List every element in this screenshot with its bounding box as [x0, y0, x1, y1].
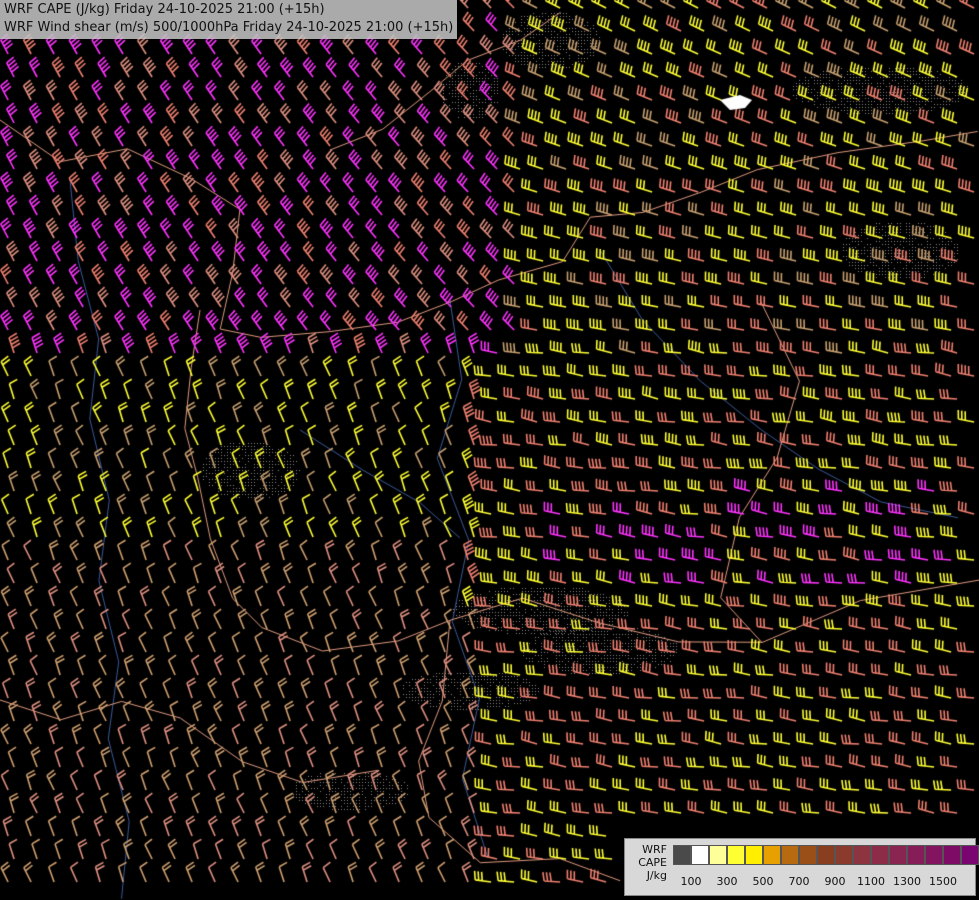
legend-swatch [925, 845, 943, 865]
legend-field-label: CAPE [638, 856, 667, 869]
legend-tick-label: 700 [788, 875, 810, 888]
legend-swatch [961, 845, 979, 865]
legend-model-label: WRF [642, 843, 667, 856]
legend-swatch [799, 845, 817, 865]
legend-unit-label: J/kg [646, 869, 667, 882]
legend-tick-label: 1300 [893, 875, 921, 888]
legend-swatch [817, 845, 835, 865]
legend-swatch [745, 845, 763, 865]
legend-labels: WRF CAPE J/kg [629, 843, 667, 882]
map-title: WRF CAPE (J/kg) Friday 24-10-2025 21:00 … [0, 0, 458, 39]
legend-swatch [889, 845, 907, 865]
legend-swatch [763, 845, 781, 865]
legend-swatch [907, 845, 925, 865]
legend-tick-label: 300 [716, 875, 738, 888]
legend-ticks: 100 300 500 700 900 1100 1300 1500 [673, 875, 973, 889]
legend-swatch [709, 845, 727, 865]
wind-shear-title: WRF Wind shear (m/s) 500/1000hPa Friday … [4, 20, 454, 35]
legend-swatch [871, 845, 889, 865]
legend-swatch [781, 845, 799, 865]
legend-swatch [727, 845, 745, 865]
legend-swatch [853, 845, 871, 865]
legend-tick-label: 500 [752, 875, 774, 888]
legend-swatch [835, 845, 853, 865]
legend-tick-label: 100 [680, 875, 702, 888]
cape-title: WRF CAPE (J/kg) Friday 24-10-2025 21:00 … [4, 2, 325, 17]
legend-tick-label: 1500 [929, 875, 957, 888]
cape-legend: WRF CAPE J/kg 100 300 500 700 900 1100 1300 150… [624, 838, 979, 896]
legend-swatch [691, 845, 709, 865]
legend-swatches [673, 845, 979, 865]
legend-swatch [943, 845, 961, 865]
legend-tick-label: 1100 [857, 875, 885, 888]
legend-swatch [673, 845, 691, 865]
wind-shear-map [0, 0, 979, 900]
legend-tick-label: 900 [824, 875, 846, 888]
